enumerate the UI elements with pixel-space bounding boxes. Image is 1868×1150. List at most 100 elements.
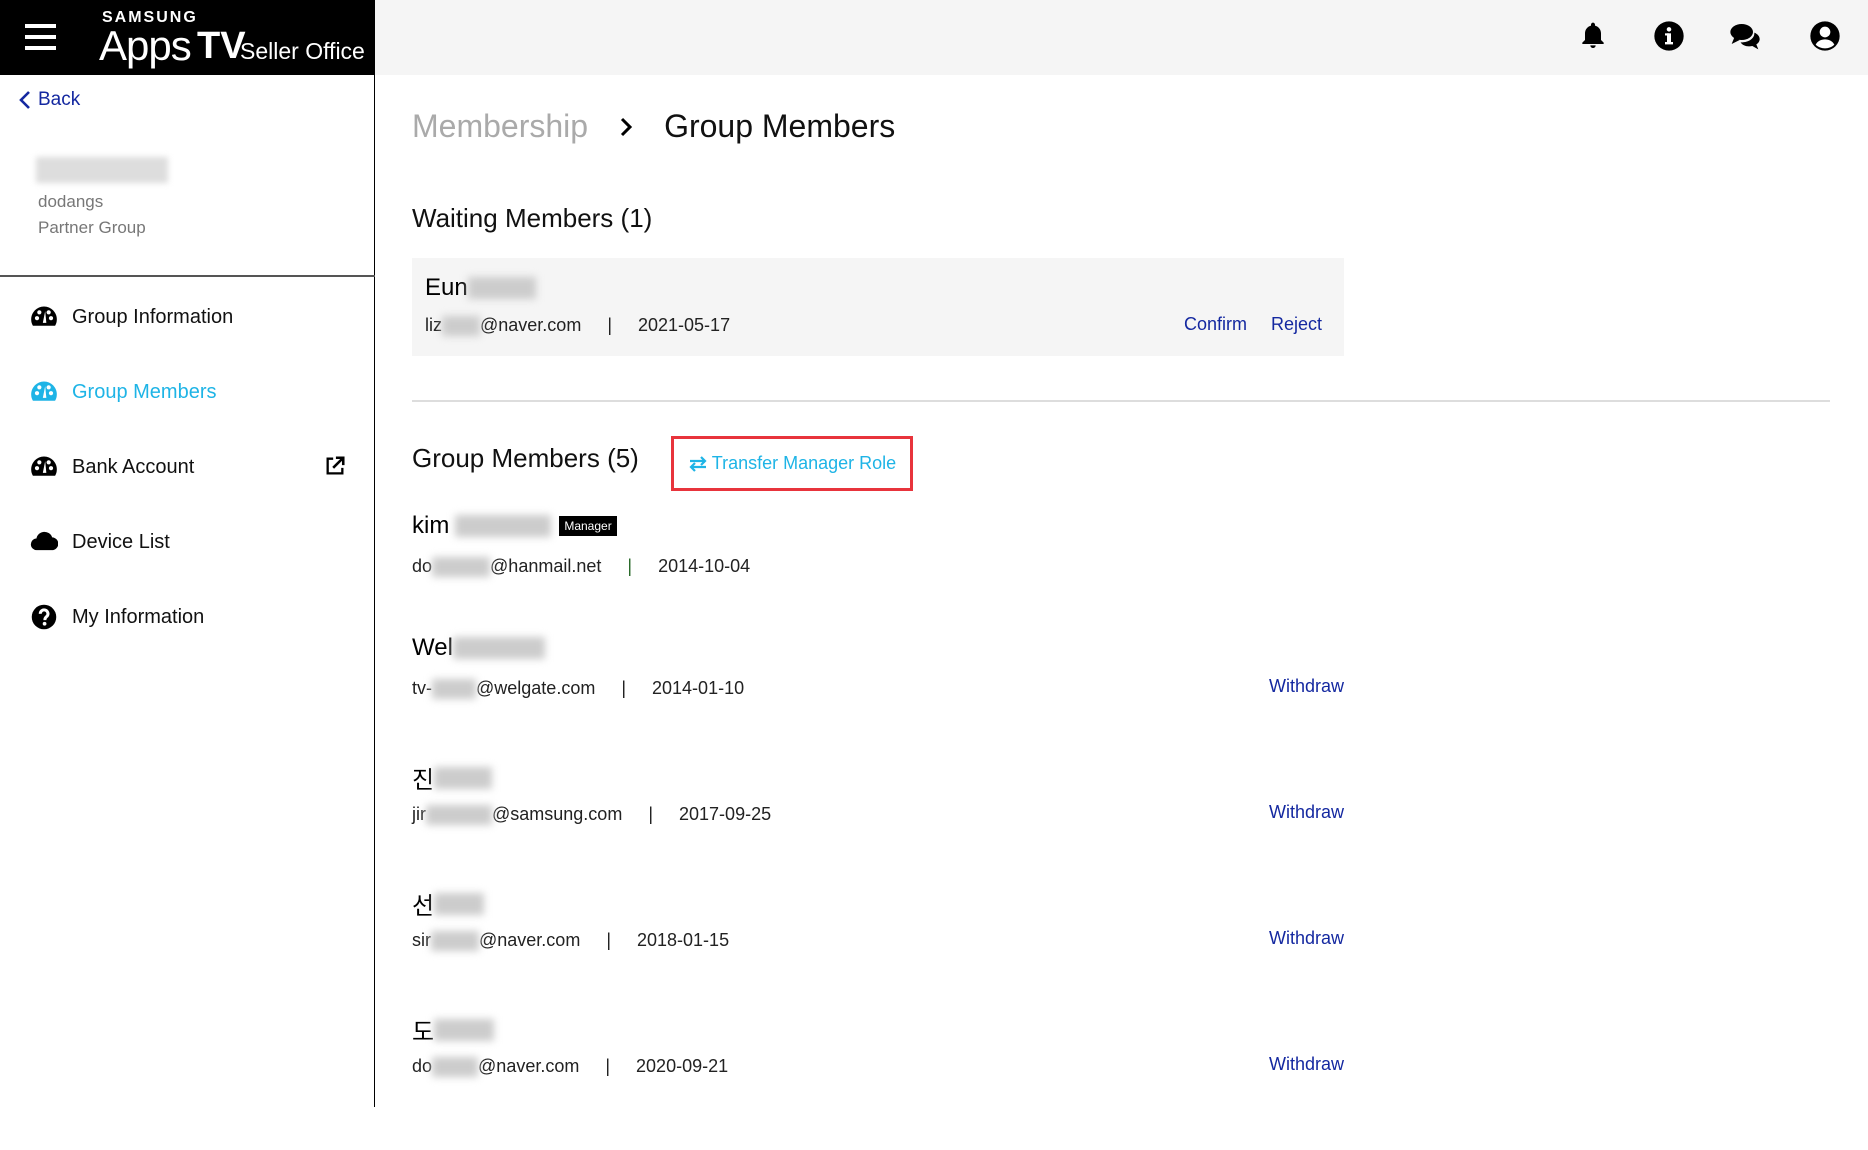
email-prefix: jir [412,804,426,824]
profile-id: dodangs [38,192,104,211]
breadcrumb-membership[interactable]: Membership [412,108,588,145]
email-suffix: @naver.com [479,930,581,950]
member-meta: liz @naver.com | 2021-05-17 [425,315,730,336]
group-member-row: kim Manager do @hanmail.net | 2014-10-04 [412,512,1344,592]
sidebar: Back dodangs Partner Group Group Informa… [0,75,375,1107]
member-name: 진 [412,760,493,795]
sidebar-item-my-information[interactable]: My Information [30,603,360,631]
dashboard-icon [31,381,57,401]
withdraw-button[interactable]: Withdraw [1269,1054,1344,1075]
redacted-text [432,1056,479,1077]
dashboard-icon [31,456,57,476]
redacted-text [426,804,492,825]
separator: | [621,678,627,698]
profile-name-redacted [36,157,168,183]
sidebar-item-bank-account[interactable]: Bank Account [30,453,360,481]
join-date: 2020-09-21 [636,1056,729,1076]
group-member-row: 진 jir @samsung.com | 2017-09-25 Withdraw [412,760,1344,840]
separator: | [607,315,612,335]
withdraw-button[interactable]: Withdraw [1269,676,1344,697]
member-name: Eun [425,274,536,302]
email-suffix: @welgate.com [476,678,596,698]
sidebar-item-group-information[interactable]: Group Information [30,303,360,331]
redacted-text [431,930,479,951]
sidebar-item-label: Device List [72,530,170,553]
manager-badge: Manager [559,516,617,536]
group-members-title: Group Members (5) [412,443,639,473]
withdraw-button[interactable]: Withdraw [1269,928,1344,949]
email-prefix: do [412,1056,433,1076]
member-meta: sir @naver.com | 2018-01-15 [412,930,729,951]
member-meta: do @naver.com | 2020-09-21 [412,1056,728,1077]
sidebar-divider [0,275,375,277]
redacted-text [434,766,493,789]
sidebar-item-label: My Information [72,605,205,628]
member-meta: jir @samsung.com | 2017-09-25 [412,804,771,825]
member-meta: tv- @welgate.com | 2014-01-10 [412,678,744,699]
breadcrumb-current: Group Members [664,108,896,144]
chevron-left-icon [19,91,30,109]
back-label: Back [38,89,81,110]
chevron-right-icon [621,117,633,136]
separator: | [605,1056,611,1076]
sidebar-item-device-list[interactable]: Device List [30,528,360,556]
brand-apps: Apps [99,22,192,69]
confirm-button[interactable]: Confirm [1184,314,1247,335]
redacted-text [467,277,536,299]
reject-button[interactable]: Reject [1271,314,1322,335]
hamburger-menu-icon[interactable] [25,24,56,50]
question-icon [31,604,57,630]
app-logo-bar: SAMSUNG Apps TV Seller Office [0,0,375,75]
email-prefix: tv- [412,678,432,698]
redacted-text [442,315,480,336]
waiting-members-title: Waiting Members (1) [412,203,653,233]
back-link[interactable]: Back [18,89,80,111]
breadcrumb: Membership Group Members [412,108,895,145]
member-name-text: 진 [412,767,435,794]
brand-tv: TV [197,25,246,67]
member-name-text: 선 [412,893,435,920]
member-meta: do @hanmail.net | 2014-10-04 [412,556,750,577]
group-member-row: 선 sir @naver.com | 2018-01-15 Withdraw [412,886,1344,966]
member-name-text: Wel [412,634,453,661]
section-divider [412,400,1830,402]
user-account-icon[interactable] [1809,20,1841,52]
redacted-text [434,892,485,915]
redacted-text [434,1018,495,1041]
join-date: 2014-10-04 [658,556,751,576]
transfer-label: Transfer Manager Role [711,453,897,473]
member-name: 도 [412,1012,495,1047]
group-member-row: 도 do @naver.com | 2020-09-21 Withdraw [412,1012,1344,1092]
transfer-manager-role-button[interactable]: Transfer Manager Role [671,436,913,491]
email-suffix: @naver.com [480,315,582,335]
email-prefix: sir [412,930,431,950]
redacted-text [455,515,552,537]
profile-group: Partner Group [38,218,146,237]
member-name-text: kim [412,512,450,539]
redacted-text [432,556,491,577]
withdraw-button[interactable]: Withdraw [1269,802,1344,823]
email-suffix: @samsung.com [492,804,623,824]
redacted-text [452,637,545,659]
sidebar-item-label: Bank Account [72,455,195,478]
join-date: 2017-09-25 [679,804,772,824]
member-name-text: Eun [425,274,468,301]
external-link-icon[interactable] [324,455,346,477]
email-suffix: @naver.com [478,1056,580,1076]
member-name: kim Manager [412,512,617,540]
email-prefix: liz [425,315,442,335]
sidebar-item-group-members[interactable]: Group Members [30,378,360,406]
dashboard-icon [31,306,57,326]
separator: | [627,556,633,576]
group-member-row: Wel tv- @welgate.com | 2014-01-10 Withdr… [412,634,1344,714]
separator: | [648,804,654,824]
chat-icon[interactable] [1729,20,1761,52]
info-icon[interactable] [1653,20,1685,52]
redacted-text [432,678,476,699]
join-date: 2018-01-15 [637,930,730,950]
bell-icon[interactable] [1577,20,1609,52]
brand-seller-office: Seller Office [240,38,365,64]
email-suffix: @hanmail.net [490,556,602,576]
waiting-member-card: Eun liz @naver.com | 2021-05-17 Confirm … [412,258,1344,356]
email-prefix: do [412,556,433,576]
